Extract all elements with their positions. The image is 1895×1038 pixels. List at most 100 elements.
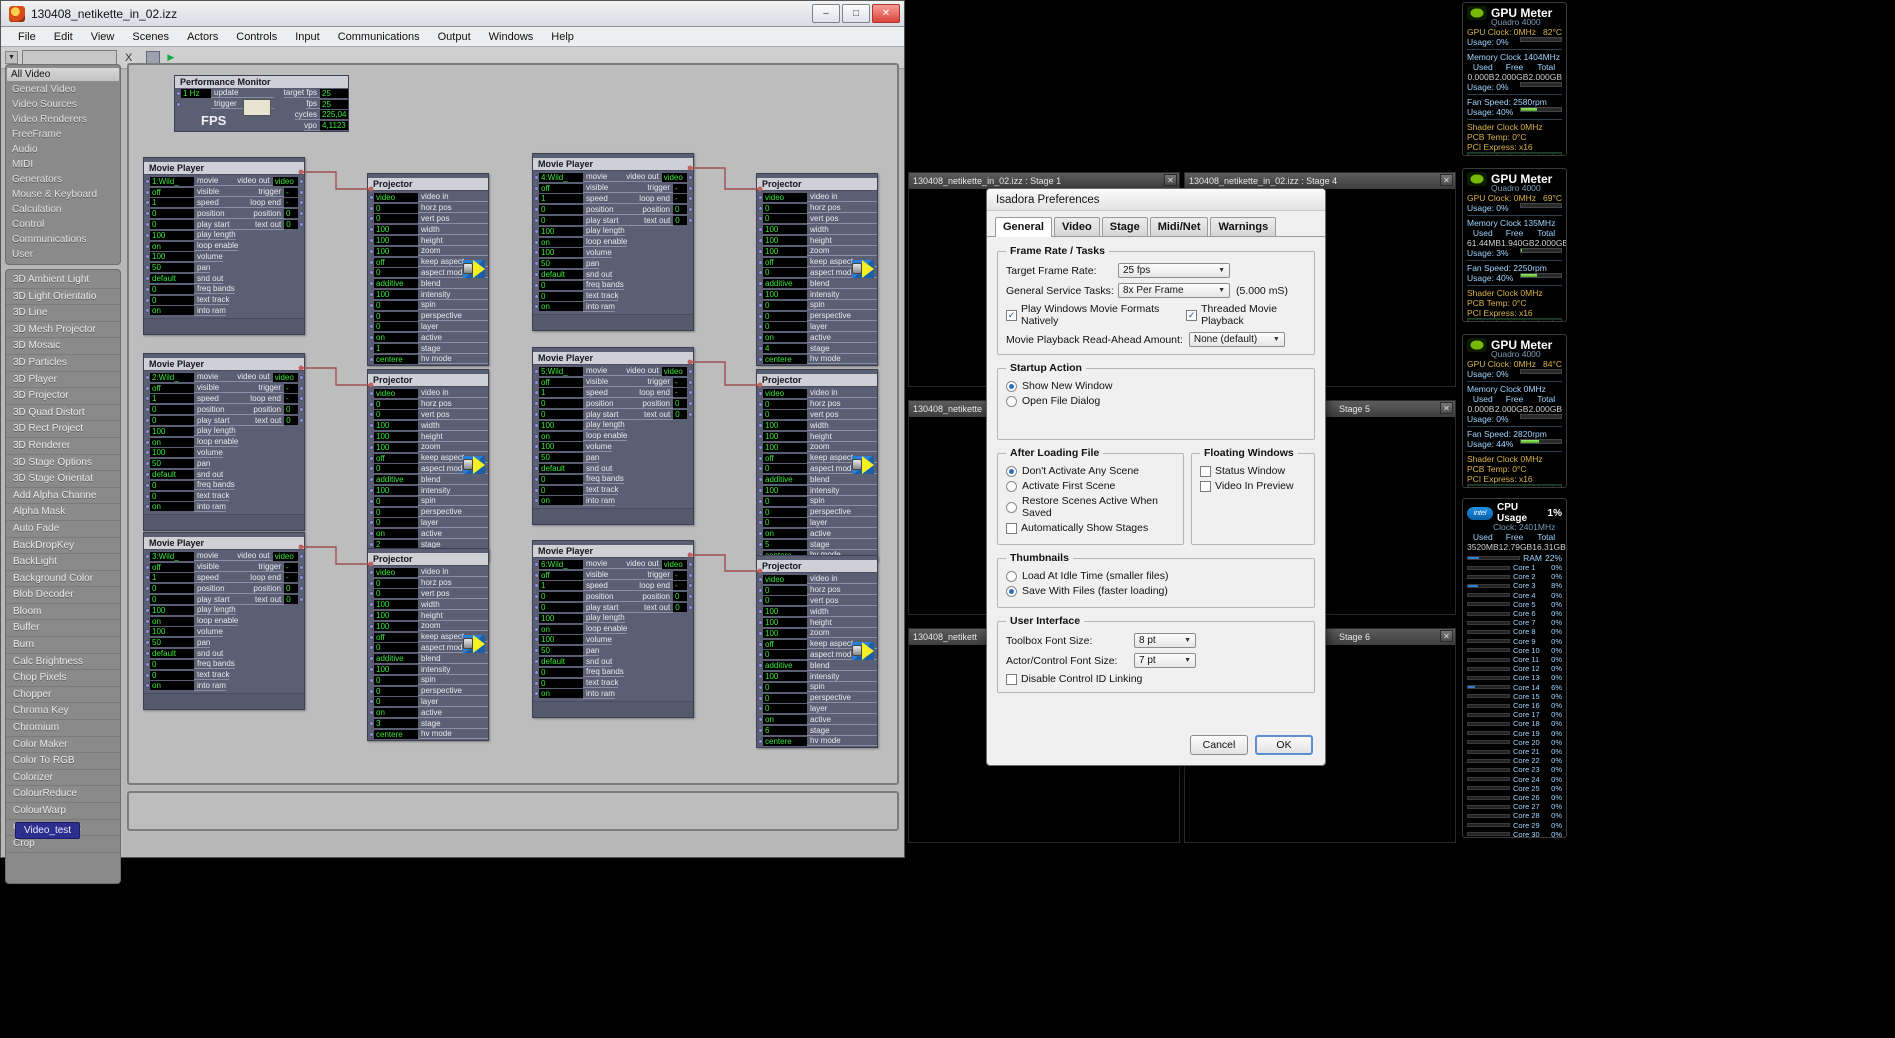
pin[interactable]	[299, 189, 304, 195]
pin[interactable]	[688, 379, 693, 385]
pin[interactable]	[688, 572, 693, 578]
toolbox-category-3[interactable]: Video Renderers	[6, 112, 120, 127]
toolbox-actor-9[interactable]: 3D Rect Project	[6, 421, 120, 438]
toolbox-category-7[interactable]: Generators	[6, 172, 120, 187]
pin[interactable]	[299, 586, 304, 592]
toolbox-category-9[interactable]: Calculation	[6, 202, 120, 217]
thumbnails-option-0[interactable]: Load At Idle Time (smaller files)	[1006, 570, 1306, 582]
pin[interactable]	[299, 418, 304, 424]
pin[interactable]	[688, 561, 693, 567]
toolbox-font-select[interactable]: 8 pt ▼	[1134, 633, 1196, 648]
read-ahead-select[interactable]: None (default) ▼	[1188, 332, 1285, 347]
toolbox-category-8[interactable]: Mouse & Keyboard	[6, 187, 120, 202]
toolbox-category-10[interactable]: Control	[6, 217, 120, 232]
toolbox-category-11[interactable]: Communications	[6, 232, 120, 247]
pin[interactable]	[688, 207, 693, 213]
tab-video[interactable]: Video	[1053, 217, 1100, 236]
threaded-playback-checkbox[interactable]: ✓ Threaded Movie Playback	[1186, 303, 1306, 327]
toolbox-actor-19[interactable]: Blob Decoder	[6, 587, 120, 604]
toolbox-category-2[interactable]: Video Sources	[6, 97, 120, 112]
scene-editor-canvas[interactable]: Performance Monitor 1 Hz update trigger F…	[127, 63, 899, 785]
toolbox-category-12[interactable]: User	[6, 247, 120, 262]
floating-checkbox-1[interactable]: Video In Preview	[1200, 480, 1306, 492]
toolbox-actor-5[interactable]: 3D Particles	[6, 355, 120, 372]
pin[interactable]	[299, 211, 304, 217]
ok-button[interactable]: OK	[1255, 735, 1313, 755]
toolbox-actor-28[interactable]: Color Maker	[6, 737, 120, 754]
toolbox-category-4[interactable]: FreeFrame	[6, 127, 120, 142]
pin[interactable]	[688, 605, 693, 611]
menu-help[interactable]: Help	[542, 29, 583, 45]
toolbox-category-0[interactable]: All Video	[6, 67, 120, 82]
preferences-dialog[interactable]: Isadora Preferences General Video Stage Mid…	[986, 188, 1326, 766]
menu-file[interactable]: File	[9, 29, 45, 45]
play-icon[interactable]: ▶	[167, 52, 174, 63]
auto-show-stages-checkbox[interactable]: Automatically Show Stages	[1006, 522, 1175, 534]
tab-midi-net[interactable]: Midi/Net	[1149, 217, 1209, 236]
pin[interactable]	[688, 390, 693, 396]
target-frame-rate-select[interactable]: 25 fps ▼	[1118, 263, 1230, 278]
pin[interactable]	[299, 200, 304, 206]
close-icon[interactable]: ✕	[1440, 630, 1453, 642]
disable-control-id-checkbox[interactable]: Disable Control ID Linking	[1006, 673, 1306, 685]
pin[interactable]	[299, 178, 304, 184]
pin[interactable]	[688, 196, 693, 202]
after-loading-option-0[interactable]: Don't Activate Any Scene	[1006, 465, 1175, 477]
pin[interactable]	[688, 412, 693, 418]
pin[interactable]	[299, 396, 304, 402]
toolbox-actor-27[interactable]: Chromium	[6, 720, 120, 737]
projector-node-0[interactable]: Projector video video in 0 horz pos 0 ve…	[367, 173, 489, 366]
menu-actors[interactable]: Actors	[178, 29, 227, 45]
pin[interactable]	[688, 401, 693, 407]
scene-list-bar[interactable]	[127, 791, 899, 831]
pin[interactable]	[299, 564, 304, 570]
toolbox-actor-14[interactable]: Alpha Mask	[6, 504, 120, 521]
toolbox-actor-6[interactable]: 3D Player	[6, 372, 120, 389]
close-icon[interactable]: ✕	[1164, 174, 1177, 186]
toolbox-actor-21[interactable]: Buffer	[6, 620, 120, 638]
pin[interactable]	[299, 374, 304, 380]
update-notice[interactable]: New version is available	[1468, 320, 1561, 321]
toolbox-actor-8[interactable]: 3D Quad Distort	[6, 405, 120, 422]
toolbox-actor-4[interactable]: 3D Mosaic	[6, 338, 120, 355]
toolbox-actor-24[interactable]: Chop Pixels	[6, 670, 120, 687]
menu-scenes[interactable]: Scenes	[123, 29, 178, 45]
toolbox-category-5[interactable]: Audio	[6, 142, 120, 157]
toolbox-category-1[interactable]: General Video	[6, 82, 120, 97]
update-notice[interactable]: New version is available	[1468, 154, 1561, 155]
toolbox-actor-12[interactable]: 3D Stage Orientat	[6, 471, 120, 488]
pin[interactable]	[299, 222, 304, 228]
projector-node-5[interactable]: Projector video video in 0 horz pos 0 ve…	[756, 555, 878, 748]
toolbox-actor-0[interactable]: 3D Ambient Light	[6, 272, 120, 289]
menu-view[interactable]: View	[82, 29, 124, 45]
scene-tab-video-test[interactable]: Video_test	[15, 822, 81, 839]
toolbox-actor-26[interactable]: Chroma Key	[6, 703, 120, 721]
pin[interactable]	[299, 597, 304, 603]
thumbnails-option-1[interactable]: Save With Files (faster loading)	[1006, 585, 1306, 597]
menu-windows[interactable]: Windows	[480, 29, 543, 45]
toolbox-actor-20[interactable]: Bloom	[6, 604, 120, 621]
projector-node-2[interactable]: Projector video video in 0 horz pos 0 ve…	[367, 548, 489, 741]
toolbox-actor-17[interactable]: BackLight	[6, 554, 120, 571]
pin[interactable]	[176, 101, 181, 107]
tab-general[interactable]: General	[995, 217, 1052, 237]
perf-rate-value[interactable]: 1 Hz	[181, 88, 211, 98]
actor-font-select[interactable]: 7 pt ▼	[1134, 653, 1196, 668]
menu-edit[interactable]: Edit	[45, 29, 82, 45]
menu-controls[interactable]: Controls	[227, 29, 286, 45]
toolbox-actor-1[interactable]: 3D Light Orientatio	[6, 289, 120, 306]
search-input[interactable]	[22, 50, 117, 65]
gpu-meter-gadget-0[interactable]: GPU Meter Quadro 4000 GPU Clock: 0MHz 82…	[1462, 2, 1567, 156]
toolbox-actor-11[interactable]: 3D Stage Options	[6, 455, 120, 472]
close-icon[interactable]: ✕	[1440, 174, 1453, 186]
toolbox-actor-23[interactable]: Calc Brightness	[6, 654, 120, 671]
pin[interactable]	[688, 583, 693, 589]
startup-option-0[interactable]: Show New Window	[1006, 380, 1306, 392]
menu-communications[interactable]: Communications	[329, 29, 429, 45]
toolbox-category-6[interactable]: MIDI	[6, 157, 120, 172]
movie-player-node-5[interactable]: Movie Player 6:Wild_ movie video out vid…	[532, 540, 694, 719]
pin[interactable]	[299, 385, 304, 391]
projector-node-4[interactable]: Projector video video in 0 horz pos 0 ve…	[756, 369, 878, 562]
toolbox-actor-25[interactable]: Chopper	[6, 687, 120, 704]
movie-player-node-3[interactable]: Movie Player 4:Wild_ movie video out vid…	[532, 153, 694, 332]
